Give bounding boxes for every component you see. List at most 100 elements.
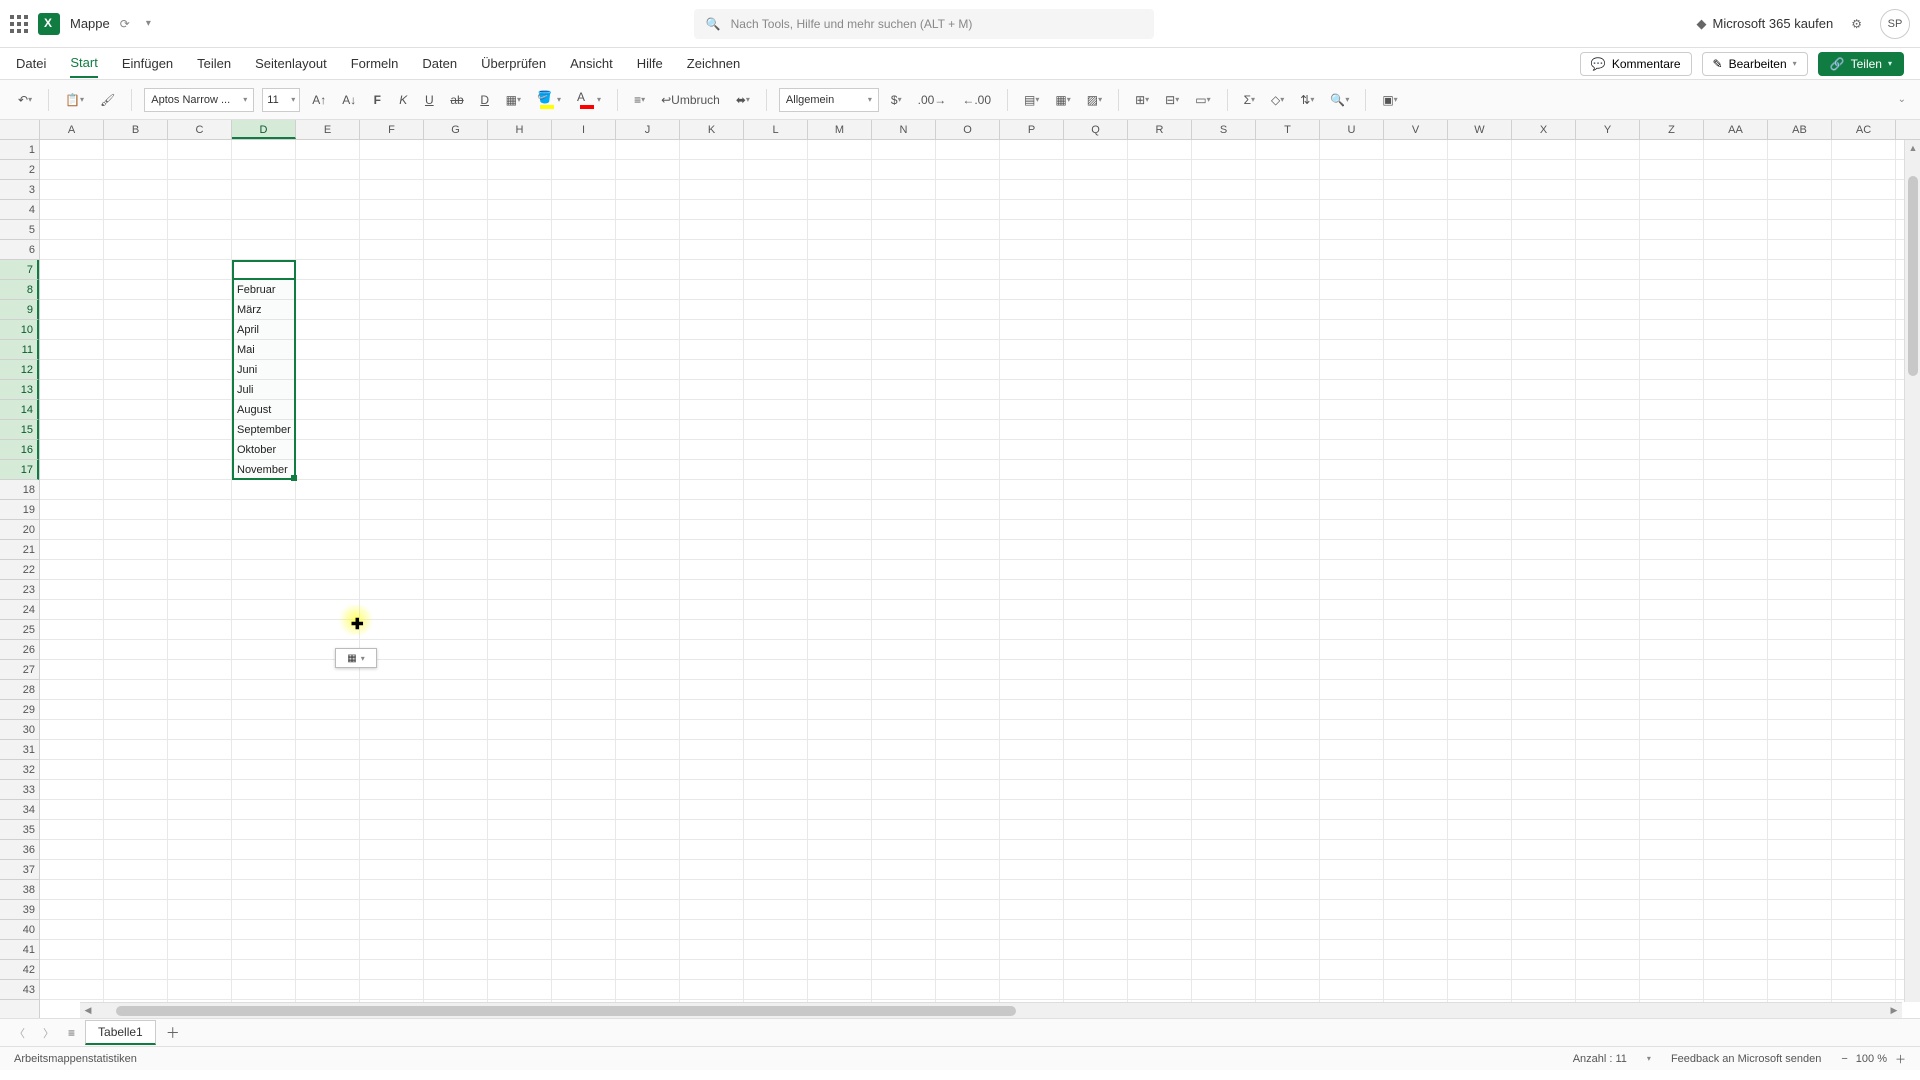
- bold-button[interactable]: F: [368, 87, 386, 113]
- col-header-f[interactable]: F: [360, 120, 424, 139]
- col-header-l[interactable]: L: [744, 120, 808, 139]
- scroll-up-arrow[interactable]: ▲: [1905, 140, 1920, 156]
- tab-seitenlayout[interactable]: Seitenlayout: [255, 50, 327, 77]
- row-header-6[interactable]: 6: [0, 240, 39, 260]
- addins-button[interactable]: ▣▾: [1378, 87, 1401, 113]
- autofill-options-button[interactable]: ▦▾: [335, 648, 377, 668]
- col-header-ac[interactable]: AC: [1832, 120, 1896, 139]
- app-launcher-icon[interactable]: [10, 15, 28, 33]
- row-header-8[interactable]: 8: [0, 280, 39, 300]
- row-header-28[interactable]: 28: [0, 680, 39, 700]
- row-header-13[interactable]: 13: [0, 380, 39, 400]
- row-header-42[interactable]: 42: [0, 960, 39, 980]
- underline-button[interactable]: U: [420, 87, 438, 113]
- scroll-right-arrow[interactable]: ▶: [1886, 1003, 1902, 1019]
- row-header-2[interactable]: 2: [0, 160, 39, 180]
- row-header-1[interactable]: 1: [0, 140, 39, 160]
- zoom-out-button[interactable]: −: [1841, 1053, 1847, 1065]
- row-header-34[interactable]: 34: [0, 800, 39, 820]
- row-header-30[interactable]: 30: [0, 720, 39, 740]
- col-header-o[interactable]: O: [936, 120, 1000, 139]
- tab-start[interactable]: Start: [70, 49, 97, 78]
- cell-d15[interactable]: September: [234, 420, 291, 440]
- tab-teilen[interactable]: Teilen: [197, 50, 231, 77]
- row-header-24[interactable]: 24: [0, 600, 39, 620]
- autosum-button[interactable]: Σ▾: [1240, 87, 1259, 113]
- tab-ansicht[interactable]: Ansicht: [570, 50, 613, 77]
- col-header-v[interactable]: V: [1384, 120, 1448, 139]
- col-header-w[interactable]: W: [1448, 120, 1512, 139]
- increase-decimal-button[interactable]: .00→: [914, 87, 951, 113]
- wrap-text-button[interactable]: ↩Umbruch: [657, 87, 724, 113]
- add-sheet-button[interactable]: ＋: [166, 1023, 180, 1043]
- edit-mode-button[interactable]: ✎Bearbeiten▾: [1702, 52, 1808, 76]
- tab-formeln[interactable]: Formeln: [351, 50, 399, 77]
- buy-microsoft365-link[interactable]: ◆ Microsoft 365 kaufen: [1697, 16, 1834, 32]
- chevron-down-icon[interactable]: ▾: [1647, 1054, 1651, 1063]
- font-color-button[interactable]: A▾: [573, 87, 605, 113]
- col-header-i[interactable]: I: [552, 120, 616, 139]
- tab-hilfe[interactable]: Hilfe: [637, 50, 663, 77]
- cell-d9[interactable]: März: [234, 300, 261, 320]
- col-header-r[interactable]: R: [1128, 120, 1192, 139]
- col-header-m[interactable]: M: [808, 120, 872, 139]
- col-header-x[interactable]: X: [1512, 120, 1576, 139]
- row-header-36[interactable]: 36: [0, 840, 39, 860]
- row-header-37[interactable]: 37: [0, 860, 39, 880]
- all-sheets-icon[interactable]: ≡: [68, 1026, 75, 1040]
- cell-d10[interactable]: April: [234, 320, 259, 340]
- row-header-26[interactable]: 26: [0, 640, 39, 660]
- conditional-format-button[interactable]: ▤▾: [1020, 87, 1043, 113]
- row-header-9[interactable]: 9: [0, 300, 39, 320]
- row-header-16[interactable]: 16: [0, 440, 39, 460]
- sort-filter-button[interactable]: ⇅▾: [1296, 87, 1318, 113]
- row-header-40[interactable]: 40: [0, 920, 39, 940]
- col-header-y[interactable]: Y: [1576, 120, 1640, 139]
- row-header-20[interactable]: 20: [0, 520, 39, 540]
- format-cells-button[interactable]: ▭▾: [1191, 87, 1214, 113]
- cell-d11[interactable]: Mai: [234, 340, 255, 360]
- cells-area[interactable]: Januar Februar März April Mai Juni Juli …: [40, 140, 1920, 1018]
- col-header-e[interactable]: E: [296, 120, 360, 139]
- row-header-23[interactable]: 23: [0, 580, 39, 600]
- comments-button[interactable]: 💬Kommentare: [1580, 52, 1692, 76]
- row-header-17[interactable]: 17: [0, 460, 39, 480]
- merge-button[interactable]: ⬌▾: [732, 87, 754, 113]
- sheet-nav-next[interactable]: 〉: [39, 1025, 58, 1041]
- row-header-14[interactable]: 14: [0, 400, 39, 420]
- zoom-in-button[interactable]: ＋: [1895, 1051, 1906, 1067]
- font-size-select[interactable]: 11▾: [262, 88, 300, 112]
- row-header-15[interactable]: 15: [0, 420, 39, 440]
- row-header-12[interactable]: 12: [0, 360, 39, 380]
- settings-icon[interactable]: ⚙: [1851, 17, 1862, 31]
- strikethrough-button[interactable]: ab: [446, 87, 467, 113]
- paste-button[interactable]: 📋▾: [61, 87, 88, 113]
- row-header-3[interactable]: 3: [0, 180, 39, 200]
- row-header-18[interactable]: 18: [0, 480, 39, 500]
- row-header-4[interactable]: 4: [0, 200, 39, 220]
- cell-styles-button[interactable]: ▨▾: [1083, 87, 1106, 113]
- col-header-s[interactable]: S: [1192, 120, 1256, 139]
- collapse-ribbon-icon[interactable]: ⌄: [1898, 94, 1906, 105]
- tab-daten[interactable]: Daten: [422, 50, 457, 77]
- row-header-43[interactable]: 43: [0, 980, 39, 1000]
- col-header-k[interactable]: K: [680, 120, 744, 139]
- row-header-5[interactable]: 5: [0, 220, 39, 240]
- cell-d8[interactable]: Februar: [234, 280, 276, 300]
- cell-d12[interactable]: Juni: [234, 360, 257, 380]
- row-header-35[interactable]: 35: [0, 820, 39, 840]
- align-button[interactable]: ≡▾: [630, 87, 649, 113]
- row-header-22[interactable]: 22: [0, 560, 39, 580]
- find-button[interactable]: 🔍▾: [1326, 87, 1353, 113]
- row-header-11[interactable]: 11: [0, 340, 39, 360]
- currency-button[interactable]: $▾: [887, 87, 906, 113]
- format-painter-button[interactable]: 🖌: [96, 87, 119, 113]
- row-header-19[interactable]: 19: [0, 500, 39, 520]
- row-header-10[interactable]: 10: [0, 320, 39, 340]
- delete-cells-button[interactable]: ⊟▾: [1161, 87, 1183, 113]
- row-header-33[interactable]: 33: [0, 780, 39, 800]
- cell-d17[interactable]: November: [234, 460, 288, 480]
- row-header-27[interactable]: 27: [0, 660, 39, 680]
- col-header-h[interactable]: H: [488, 120, 552, 139]
- col-header-ab[interactable]: AB: [1768, 120, 1832, 139]
